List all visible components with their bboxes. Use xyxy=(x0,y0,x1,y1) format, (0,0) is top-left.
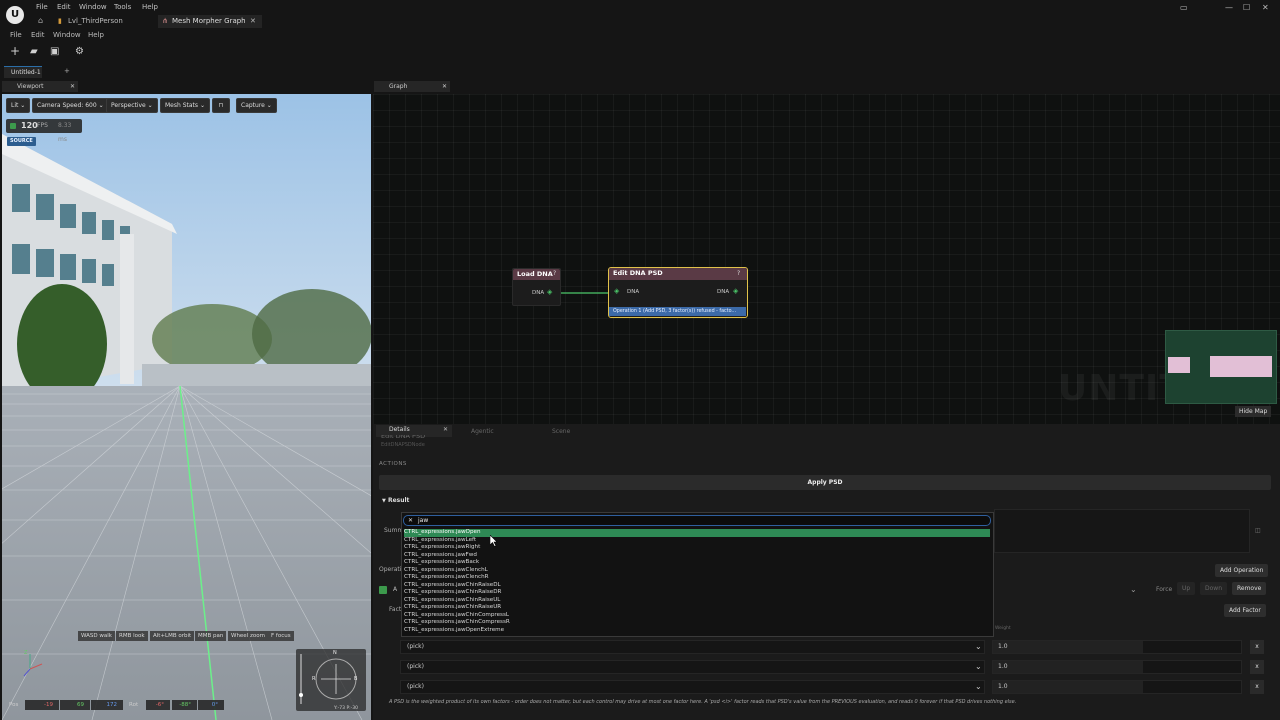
chevron-down-icon: ⌄ xyxy=(975,682,982,691)
dropdown-option[interactable]: CTRL_expressions.jawBack xyxy=(404,559,990,567)
node-load-dna-out-pin-label: DNA xyxy=(532,290,545,296)
graph-minimap[interactable] xyxy=(1165,330,1277,404)
actions-section-label: ACTIONS xyxy=(379,461,407,467)
move-down-button[interactable]: Down xyxy=(1200,582,1228,595)
factor-pick-dropdown[interactable]: (pick) ⌄ xyxy=(400,680,985,694)
factor-pick-dropdown[interactable]: (pick) ⌄ xyxy=(400,640,985,654)
result-label: Result xyxy=(387,497,410,504)
expand-arrow-icon: ▼ xyxy=(382,498,386,504)
factor-weight-field[interactable]: 1.0 xyxy=(992,660,1242,674)
minimap-node-load xyxy=(1168,357,1190,373)
dropdown-option[interactable]: CTRL_expressions.jawChinRaiseUR xyxy=(404,604,990,612)
remove-factor-button[interactable]: x xyxy=(1250,640,1264,654)
node-status-bar: Operation 1 (Add PSD, 3 factor(s)) refus… xyxy=(609,307,746,316)
dropdown-option[interactable]: CTRL_expressions.jawClenchR xyxy=(404,574,990,582)
minimap-node-edit xyxy=(1210,356,1272,377)
factor-weight-value: 1.0 xyxy=(998,643,1008,650)
summary-box xyxy=(994,509,1250,553)
node-edit-dna-psd-title-text: Edit DNA PSD xyxy=(613,269,663,277)
node-edit-out-pin-label: DNA xyxy=(717,289,730,295)
details-node-header: Edit DNA PSD xyxy=(381,435,426,439)
apply-psd-button[interactable]: Apply PSD xyxy=(379,475,1271,490)
dropdown-option[interactable]: CTRL_expressions.jawChinCompressL xyxy=(404,612,990,620)
copy-icon[interactable]: ◫ xyxy=(1255,527,1261,534)
chevron-down-icon[interactable]: ⌄ xyxy=(1130,585,1137,594)
node-load-dna-help[interactable]: ? xyxy=(553,270,556,277)
force-label: Force xyxy=(1156,586,1173,593)
dropdown-option[interactable]: CTRL_expressions.jawChinRaiseUL xyxy=(404,597,990,605)
dropdown-option[interactable]: CTRL_expressions.jawClenchL xyxy=(404,567,990,575)
dna-in-pin-icon[interactable]: ◈ xyxy=(614,287,619,295)
dropdown-option[interactable]: CTRL_expressions.jawChinRaiseDL xyxy=(404,582,990,590)
operation-label: A xyxy=(393,586,398,593)
dna-out-pin-icon[interactable]: ◈ xyxy=(547,288,552,296)
weight-column-label: Weight xyxy=(995,626,1011,631)
node-edit-dna-psd[interactable]: Edit DNA PSD ? ◈ DNA DNA ◈ Operation 1 (… xyxy=(608,267,748,318)
details-node-class: EditDNAPSDNode xyxy=(381,442,425,448)
scene-tab[interactable]: Scene xyxy=(552,427,570,437)
remove-factor-button[interactable]: x xyxy=(1250,660,1264,674)
control-search-input[interactable]: ✕ jaw xyxy=(403,515,991,526)
chevron-down-icon: ⌄ xyxy=(975,642,982,651)
mouse-cursor-icon xyxy=(490,535,498,547)
weight-slider-fill xyxy=(993,641,1143,653)
chevron-down-icon: ⌄ xyxy=(975,662,982,671)
dropdown-option[interactable]: CTRL_expressions.jawChinRaiseDR xyxy=(404,589,990,597)
dropdown-option[interactable]: CTRL_expressions.jawFwd xyxy=(404,552,990,560)
add-factor-button[interactable]: Add Factor xyxy=(1224,604,1266,617)
factor-pick-value: (pick) xyxy=(407,643,424,650)
factor-weight-field[interactable]: 1.0 xyxy=(992,680,1242,694)
operation-enabled-checkbox[interactable] xyxy=(379,586,387,594)
close-details-icon[interactable]: ✕ xyxy=(443,426,448,433)
weight-slider-fill xyxy=(993,681,1143,693)
node-edit-dna-psd-title: Edit DNA PSD xyxy=(609,268,747,280)
agentic-tab[interactable]: Agentic xyxy=(471,427,494,437)
psd-help-text: A PSD is the weighted product of its own… xyxy=(389,699,1017,705)
node-edit-in-pin-label: DNA xyxy=(627,289,640,295)
factor-pick-value: (pick) xyxy=(407,663,424,670)
factor-pick-dropdown[interactable]: (pick) ⌄ xyxy=(400,660,985,674)
node-edit-help[interactable]: ? xyxy=(737,270,740,277)
factor-weight-field[interactable]: 1.0 xyxy=(992,640,1242,654)
search-value: jaw xyxy=(418,517,429,524)
hide-map-button[interactable]: Hide Map xyxy=(1235,406,1272,417)
dropdown-option[interactable]: CTRL_expressions.jawOpenExtreme xyxy=(404,627,990,635)
dna-out-pin-icon[interactable]: ◈ xyxy=(733,287,738,295)
add-operation-button[interactable]: Add Operation xyxy=(1215,564,1269,577)
factor-weight-value: 1.0 xyxy=(998,683,1008,690)
clear-search-icon[interactable]: ✕ xyxy=(408,516,413,526)
remove-operation-button[interactable]: Remove xyxy=(1232,582,1267,595)
dropdown-option[interactable]: CTRL_expressions.jawChinCompressR xyxy=(404,619,990,627)
result-section-header[interactable]: ▼ Result xyxy=(382,497,409,504)
details-tab-label: Details xyxy=(389,426,410,433)
node-load-dna[interactable]: Load DNA ? DNA ◈ xyxy=(512,268,561,306)
node-load-dna-title-text: Load DNA xyxy=(517,270,553,278)
weight-slider-fill xyxy=(993,661,1143,673)
remove-factor-button[interactable]: x xyxy=(1250,680,1264,694)
factor-pick-value: (pick) xyxy=(407,683,424,690)
move-up-button[interactable]: Up xyxy=(1177,582,1196,595)
factor-weight-value: 1.0 xyxy=(998,663,1008,670)
